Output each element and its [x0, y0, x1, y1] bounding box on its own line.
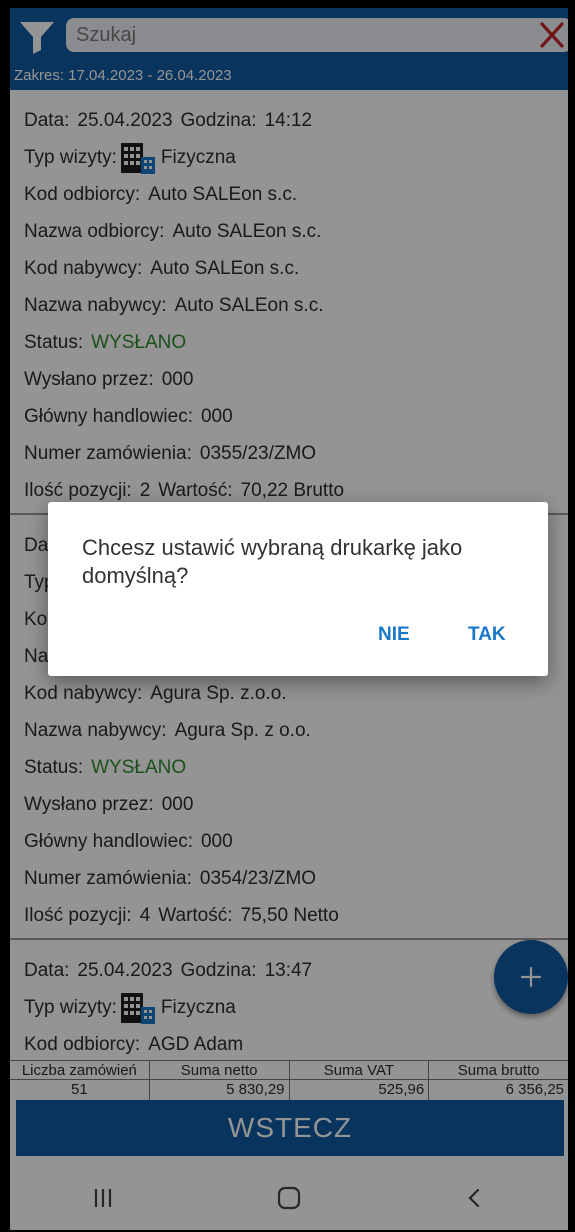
app-screen: Zakres: 17.04.2023 - 26.04.2023 Data: 25… — [10, 8, 568, 1230]
yes-button[interactable]: TAK — [458, 618, 516, 652]
dialog-message: Chcesz ustawić wybraną drukarkę jako dom… — [82, 535, 463, 588]
no-button[interactable]: NIE — [368, 618, 420, 652]
confirm-dialog: Chcesz ustawić wybraną drukarkę jako dom… — [48, 502, 548, 676]
